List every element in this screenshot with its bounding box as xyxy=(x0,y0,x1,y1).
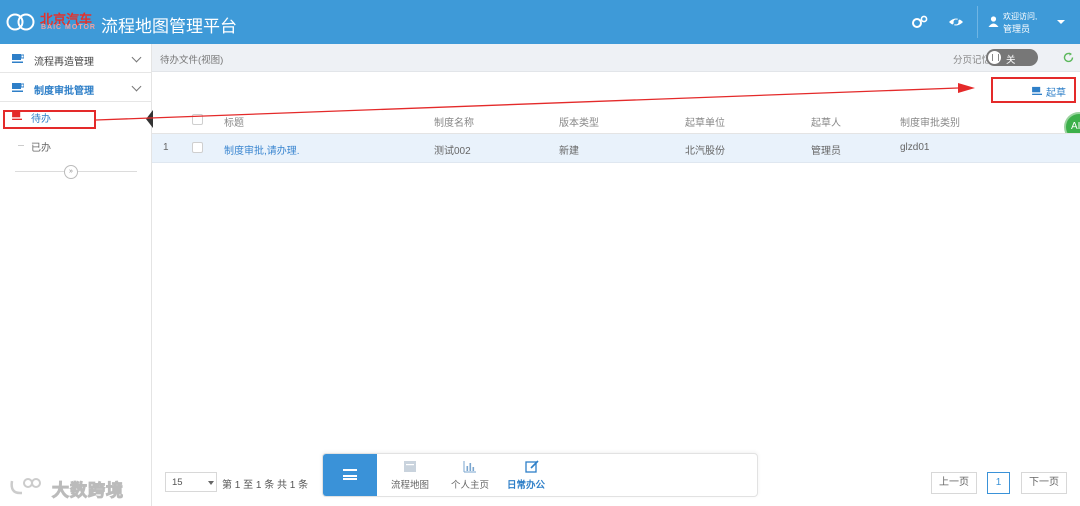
column-header-version-type[interactable]: 版本类型 xyxy=(559,114,599,129)
sidebar-group-label: 流程再造管理 xyxy=(34,57,94,68)
table-header: 标题 制度名称 版本类型 起草单位 起草人 制度审批类别 xyxy=(152,106,1080,134)
row-index: 1 xyxy=(163,142,169,153)
dock-item-personal-home[interactable]: 个人主页 xyxy=(445,458,495,494)
column-header-policy-name[interactable]: 制度名称 xyxy=(434,114,474,129)
current-page-button[interactable]: 1 xyxy=(987,472,1010,494)
column-header-drafter[interactable]: 起草人 xyxy=(811,114,841,129)
chevron-down-icon xyxy=(131,52,142,63)
watermark-text: 大数跨境 xyxy=(52,481,124,501)
chevron-down-icon xyxy=(208,481,214,485)
table-row[interactable]: 1 制度审批,请办理. 测试002 新建 北汽股份 管理员 glzd01 xyxy=(152,134,1080,163)
row-drafting-unit: 北汽股份 xyxy=(685,146,725,157)
map-icon xyxy=(404,461,416,472)
refresh-icon[interactable] xyxy=(1063,52,1074,63)
logo-rings-icon xyxy=(6,13,35,31)
dock-item-label: 日常办公 xyxy=(507,480,546,491)
annotation-arrow xyxy=(95,83,975,121)
dock-item-daily-office[interactable]: 日常办公 xyxy=(507,458,557,494)
draft-button[interactable]: 起草 xyxy=(991,77,1076,103)
cup-icon xyxy=(1032,86,1042,95)
app-title: 流程地图管理平台 xyxy=(101,17,237,37)
brand-name-en: BAIC MOTOR xyxy=(41,24,96,31)
sidebar-group-policy-approval[interactable]: 制度审批管理 xyxy=(0,73,152,102)
username: 管理员 xyxy=(1003,24,1031,34)
chart-icon xyxy=(463,461,476,473)
tree-line xyxy=(18,145,24,146)
page-memory-toggle[interactable]: 关 xyxy=(986,49,1038,66)
app-header: 北京汽车 BAIC MOTOR 流程地图管理平台 欢迎访问, 管理员 xyxy=(0,0,1080,44)
toggle-label: 关 xyxy=(1006,55,1016,66)
dock-menu-button[interactable] xyxy=(323,454,377,496)
draft-button-label: 起草 xyxy=(1046,88,1066,99)
brand-logo: 北京汽车 BAIC MOTOR xyxy=(40,9,98,33)
user-menu[interactable]: 欢迎访问, 管理员 xyxy=(977,6,1072,38)
annotation-box-todo xyxy=(3,110,96,129)
sidebar-item-done[interactable]: 已办 xyxy=(0,131,150,159)
eye-icon[interactable] xyxy=(947,14,965,30)
breadcrumb-bar: 待办文件(视图) 分页记忆 关 xyxy=(152,44,1080,72)
dock-item-label: 流程地图 xyxy=(390,480,429,491)
chevron-down-icon xyxy=(131,81,142,92)
row-title-link[interactable]: 制度审批,请办理. xyxy=(224,142,300,157)
page-size-value: 15 xyxy=(172,477,183,488)
collapse-sidebar-button[interactable]: » xyxy=(64,165,78,179)
welcome-text: 欢迎访问, xyxy=(1003,12,1038,21)
sidebar-group-process-reengineering[interactable]: 流程再造管理 xyxy=(0,44,152,73)
cup-icon xyxy=(12,54,24,63)
page-size-select[interactable]: 15 xyxy=(165,472,217,492)
sidebar-item-label: 已办 xyxy=(31,143,51,154)
sidebar-group-label: 制度审批管理 xyxy=(34,86,94,97)
row-policy-name: 测试002 xyxy=(434,146,471,157)
dock-item-process-map[interactable]: 流程地图 xyxy=(385,458,435,494)
dock-item-label: 个人主页 xyxy=(450,480,489,491)
next-page-button[interactable]: 下一页 xyxy=(1021,472,1067,494)
cup-icon xyxy=(12,83,24,92)
page-info: 第 1 至 1 条 共 1 条 xyxy=(222,480,309,491)
watermark: 大数跨境 xyxy=(6,473,146,501)
row-version-type: 新建 xyxy=(559,146,579,157)
column-header-drafting-unit[interactable]: 起草单位 xyxy=(685,114,725,129)
menu-icon xyxy=(343,469,357,480)
breadcrumb: 待办文件(视图) xyxy=(160,55,224,66)
prev-page-button[interactable]: 上一页 xyxy=(931,472,977,494)
row-approval-category: glzd01 xyxy=(900,142,930,153)
column-header-title[interactable]: 标题 xyxy=(224,114,244,129)
toggle-knob xyxy=(988,51,1001,64)
edit-icon xyxy=(525,460,539,473)
bottom-dock: 流程地图 个人主页 日常办公 xyxy=(322,453,758,497)
select-all-checkbox[interactable] xyxy=(192,114,203,125)
column-header-approval-category[interactable]: 制度审批类别 xyxy=(900,114,960,129)
user-icon xyxy=(988,16,999,27)
row-drafter: 管理员 xyxy=(811,146,841,157)
chevron-down-icon xyxy=(1057,20,1065,24)
watermark-logo-icon xyxy=(10,478,41,495)
row-checkbox[interactable] xyxy=(192,142,203,153)
settings-icon[interactable] xyxy=(911,14,929,30)
